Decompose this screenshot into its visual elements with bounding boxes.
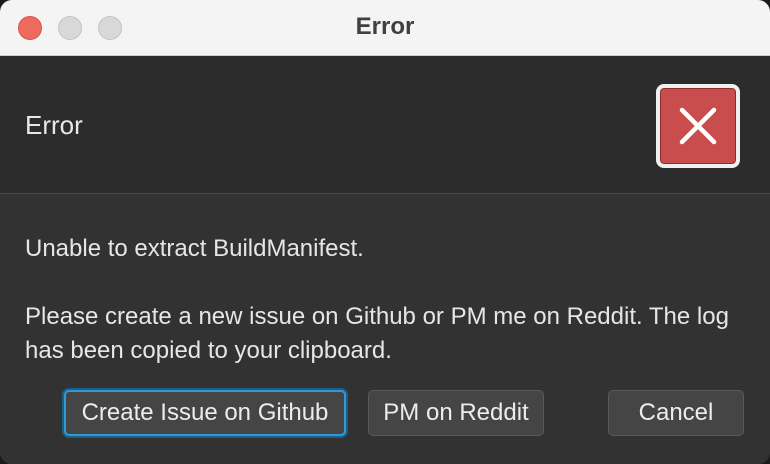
instruction-message: Please create a new issue on Github or P… [25, 303, 729, 364]
header-title: Error [25, 110, 83, 140]
error-message: Unable to extract BuildManifest. [25, 235, 364, 262]
cancel-button[interactable]: Cancel [608, 390, 744, 436]
error-x-icon [656, 84, 740, 168]
error-dialog-window: Error Error Unable to extract BuildManif… [0, 0, 770, 464]
window-title: Error [355, 13, 415, 40]
title-bar[interactable]: Error [0, 0, 770, 56]
dialog-header: Error [0, 56, 770, 194]
dialog-body: Unable to extract BuildManifest. Please … [0, 194, 770, 464]
create-issue-button[interactable]: Create Issue on Github [64, 390, 346, 436]
pm-reddit-button[interactable]: PM on Reddit [368, 390, 544, 436]
